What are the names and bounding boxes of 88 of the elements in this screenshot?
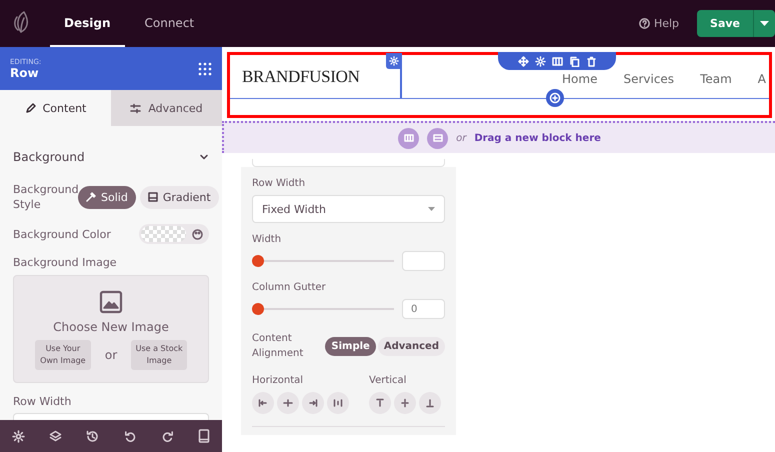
row-settings-button[interactable] [534, 56, 546, 66]
align-top-icon [375, 398, 385, 408]
nav-link[interactable]: Team [700, 72, 732, 86]
field-label: Content Alignment [252, 332, 304, 361]
panel-tab[interactable]: Advanced [111, 90, 222, 126]
align-justify-icon [333, 398, 343, 408]
add-row-button[interactable] [546, 89, 564, 107]
field-label: Column Gutter [252, 281, 327, 293]
nav-link[interactable]: A [758, 72, 766, 86]
alignment-option[interactable]: Advanced [378, 336, 445, 356]
align-right-icon [308, 398, 318, 408]
field-label: Row Width [252, 177, 306, 189]
layers-icon [49, 430, 62, 442]
image-icon [99, 290, 123, 314]
field-label: Background Image [13, 256, 118, 269]
settings-icon [12, 430, 26, 442]
redo-button[interactable] [160, 430, 174, 442]
field-label: Horizontal [252, 375, 304, 386]
columns-icon [404, 133, 414, 143]
plus-icon [549, 92, 561, 104]
field-label: Background Color [13, 228, 111, 240]
field-label: Vertical [369, 375, 406, 386]
align-justify-button[interactable] [327, 392, 349, 414]
settings-icon [534, 56, 546, 66]
field-label: Width [252, 233, 282, 245]
slider-thumb[interactable] [252, 255, 264, 267]
layers-button[interactable] [49, 430, 62, 442]
align-center-button[interactable] [277, 392, 299, 414]
rows-icon [432, 133, 443, 143]
field-label: Background Style [13, 182, 78, 212]
delete-button[interactable] [586, 56, 596, 66]
align-bottom-icon [425, 398, 435, 408]
field-label: Row Width [13, 395, 72, 408]
drop-hint: Drag a new block here [474, 132, 601, 144]
number-input[interactable] [402, 251, 445, 271]
undo-icon [124, 430, 137, 442]
brand-logo: BRANDFUSION [242, 67, 360, 87]
column-settings-button[interactable] [386, 53, 402, 69]
mode-tab[interactable]: Connect [130, 0, 208, 47]
caret-icon [428, 207, 435, 211]
grid-menu-icon[interactable] [198, 62, 212, 76]
help-link[interactable]: Help [638, 17, 680, 30]
settings-icon [389, 56, 399, 66]
choose-image-text: Choose New Image [53, 320, 169, 334]
move-button[interactable] [518, 56, 528, 66]
align-bottom-button[interactable] [419, 392, 441, 414]
nav-link[interactable]: Home [562, 72, 598, 86]
own-image-button[interactable]: Use Your Own Image [34, 340, 91, 370]
or-text: or [456, 132, 466, 144]
tablet-icon [198, 429, 210, 443]
style-option[interactable]: Gradient [140, 186, 219, 208]
number-input[interactable]: 0 [402, 299, 445, 319]
align-left-icon [258, 398, 268, 408]
color-picker[interactable] [139, 224, 209, 244]
history-icon [86, 430, 100, 442]
section-title: Background [13, 150, 85, 164]
copy-icon [568, 56, 580, 66]
settings-button[interactable] [12, 430, 26, 442]
align-right-button[interactable] [302, 392, 324, 414]
gradient-icon [148, 192, 158, 202]
columns-button[interactable] [552, 56, 562, 66]
slider-thumb[interactable] [252, 303, 264, 315]
stock-image-button[interactable]: Use a Stock Image [131, 340, 188, 370]
alignment-option[interactable]: Simple [325, 336, 376, 356]
trash-icon [586, 56, 596, 66]
help-icon [638, 18, 650, 29]
or-text: or [104, 348, 118, 362]
align-middle-button[interactable] [394, 392, 416, 414]
undo-button[interactable] [124, 430, 137, 442]
nav-link[interactable]: Services [623, 72, 674, 86]
editing-title: Row [10, 66, 40, 80]
select-field[interactable] [252, 159, 445, 167]
responsive-button[interactable] [198, 429, 210, 443]
history-button[interactable] [86, 430, 100, 442]
redo-icon [160, 430, 174, 442]
align-left-button[interactable] [252, 392, 274, 414]
pencil-icon [24, 102, 36, 114]
align-middle-icon [400, 398, 410, 408]
align-center-icon [283, 398, 293, 408]
header-row[interactable]: BRANDFUSION Home Services Team A [227, 52, 772, 118]
sliders-icon [130, 102, 142, 114]
style-option[interactable]: Solid [78, 186, 136, 208]
caret-icon [760, 21, 769, 26]
columns-icon [552, 56, 562, 66]
row-width-select[interactable]: Fixed Width [252, 195, 445, 223]
duplicate-button[interactable] [568, 56, 580, 66]
align-top-button[interactable] [369, 392, 391, 414]
move-icon [518, 56, 528, 66]
